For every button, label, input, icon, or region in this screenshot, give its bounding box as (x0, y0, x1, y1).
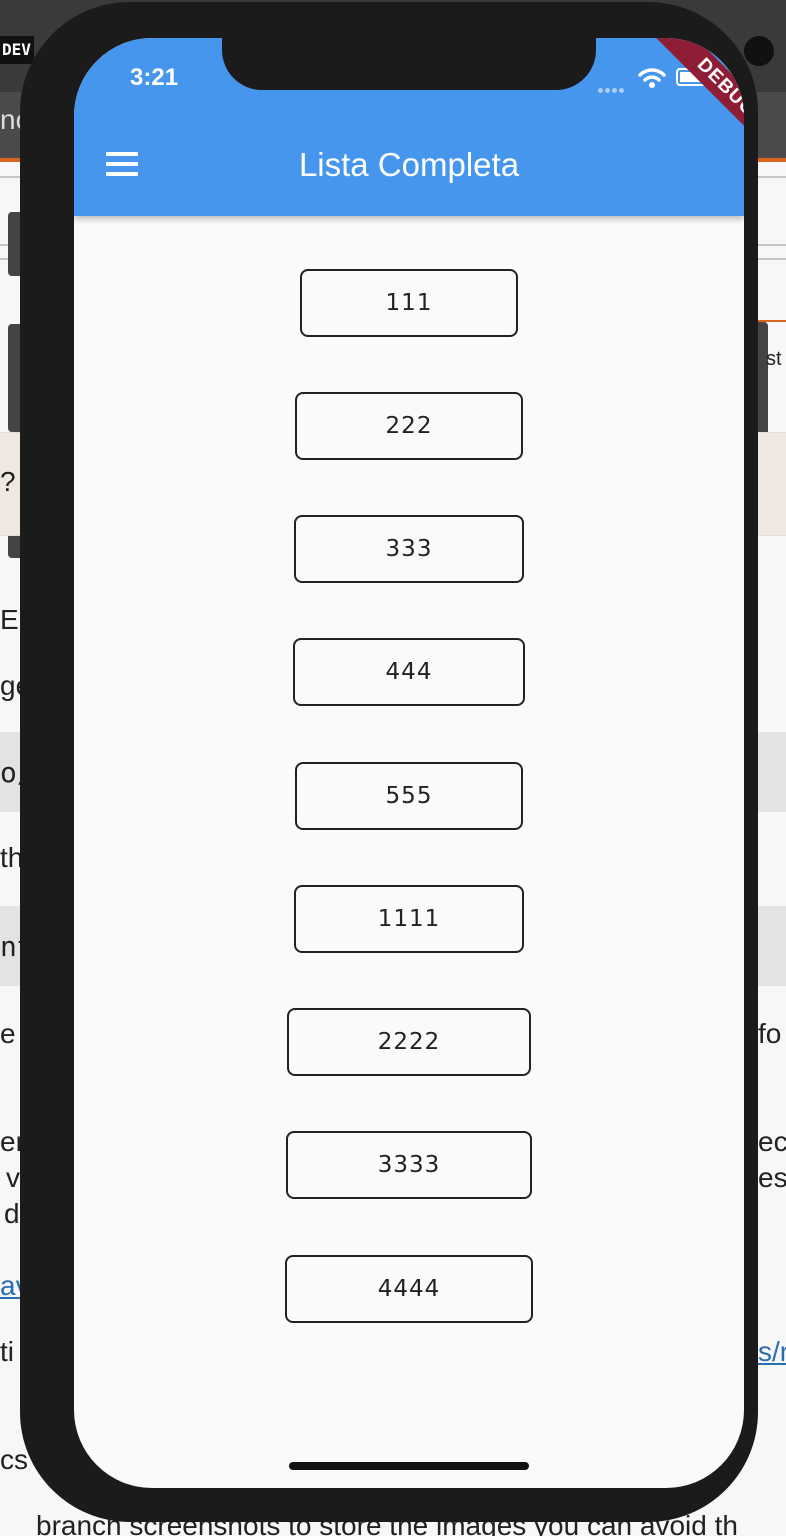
text-fragment: v (6, 1162, 20, 1193)
text-fragment: e (0, 1018, 16, 1049)
list-item[interactable]: 333 (294, 515, 524, 583)
phone-screen: 3:21 Lista Completa DEBUG 111 222 333 44… (74, 38, 744, 1488)
phone-notch (222, 38, 596, 90)
text-fragment: ti (0, 1336, 14, 1367)
list-item[interactable]: 3333 (286, 1131, 532, 1199)
list-item[interactable]: 4444 (285, 1255, 533, 1323)
home-indicator[interactable] (289, 1462, 529, 1470)
dev-logo[interactable]: DEV (0, 36, 34, 64)
wifi-icon (638, 66, 666, 90)
list-item[interactable]: 444 (293, 638, 525, 706)
text-fragment: ec (758, 1126, 786, 1157)
list-item[interactable]: 222 (295, 392, 523, 460)
list-item[interactable]: 111 (300, 269, 518, 337)
text-fragment: fo (758, 1018, 782, 1049)
text-fragment: ? (0, 466, 16, 497)
list-item[interactable]: 2222 (287, 1008, 531, 1076)
text-fragment: st (766, 348, 782, 370)
status-time: 3:21 (130, 64, 179, 91)
list-item[interactable]: 1111 (294, 885, 524, 953)
list-item[interactable]: 555 (295, 762, 523, 830)
phone-frame: 3:21 Lista Completa DEBUG 111 222 333 44… (20, 2, 758, 1522)
text-link[interactable]: s/r (758, 1336, 786, 1368)
text-fragment: d (4, 1198, 20, 1229)
page-title: Lista Completa (298, 146, 520, 183)
text-fragment: es (758, 1162, 786, 1193)
signal-icon (598, 80, 630, 93)
text-fragment: cs (0, 1444, 28, 1475)
github-icon[interactable] (744, 36, 774, 66)
